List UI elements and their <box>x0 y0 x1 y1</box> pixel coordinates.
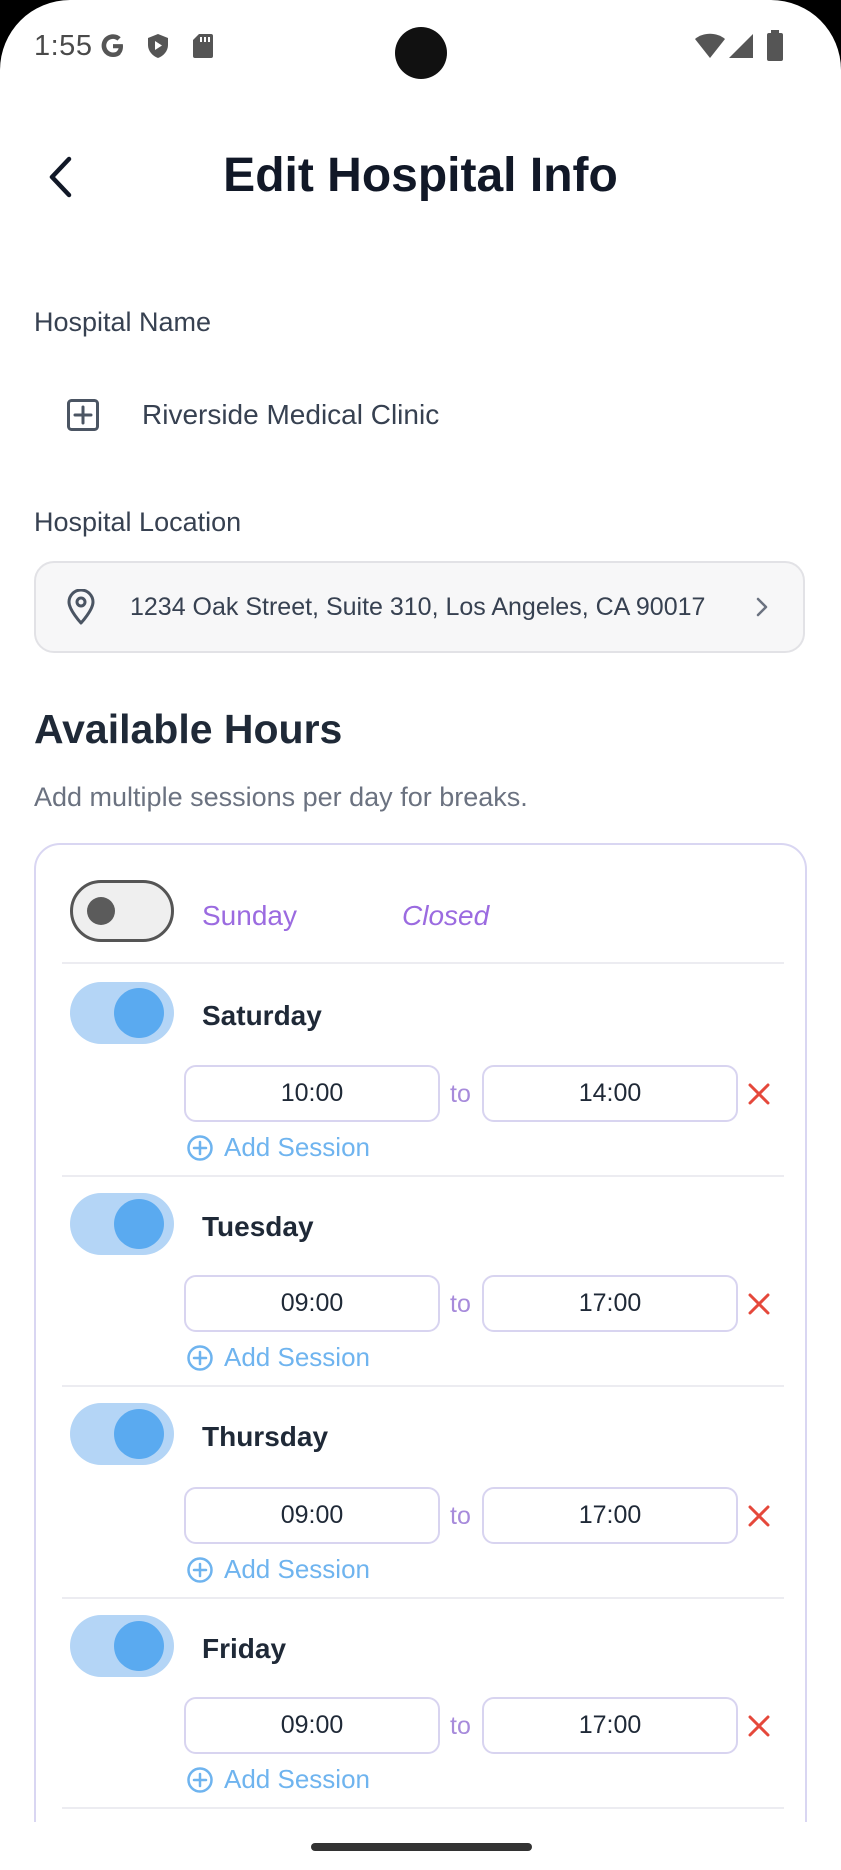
toggle-friday[interactable] <box>70 1615 174 1677</box>
start-time-tuesday[interactable]: 09:00 <box>184 1275 440 1332</box>
battery-icon <box>767 30 783 61</box>
hospital-name-value: Riverside Medical Clinic <box>142 399 440 430</box>
start-time-thursday[interactable]: 09:00 <box>184 1487 440 1544</box>
to-label: to <box>450 1712 471 1740</box>
remove-session-icon[interactable] <box>746 1713 772 1739</box>
end-time-friday[interactable]: 17:00 <box>482 1697 738 1754</box>
start-time-friday[interactable]: 09:00 <box>184 1697 440 1754</box>
hospital-location-label: Hospital Location <box>34 507 242 537</box>
add-session-button-friday[interactable]: Add Session <box>186 1764 370 1795</box>
toggle-thursday[interactable] <box>70 1403 174 1465</box>
page-title: Edit Hospital Info <box>223 149 618 202</box>
hospital-name-label: Hospital Name <box>34 307 212 337</box>
to-label: to <box>450 1080 471 1108</box>
plus-circle-icon <box>187 1134 213 1161</box>
signal-icon <box>729 34 753 58</box>
toggle-knob <box>114 1621 164 1671</box>
add-session-label: Add Session <box>224 1342 370 1372</box>
day-name-friday: Friday <box>202 1633 287 1664</box>
hours-card: Sunday Closed Saturday 10:00 to 14:00 Ad… <box>34 843 807 1870</box>
closed-label: Closed <box>402 900 490 931</box>
toggle-knob <box>114 1199 164 1249</box>
hospital-location-value: 1234 Oak Street, Suite 310, Los Angeles,… <box>130 592 706 621</box>
hospital-location-field[interactable]: 1234 Oak Street, Suite 310, Los Angeles,… <box>34 561 805 653</box>
toggle-knob <box>114 1409 164 1459</box>
google-icon <box>101 34 123 57</box>
add-session-label: Add Session <box>224 1132 370 1162</box>
home-indicator[interactable] <box>311 1843 532 1851</box>
divider <box>62 1175 784 1177</box>
end-time-thursday[interactable]: 17:00 <box>482 1487 738 1544</box>
plus-circle-icon <box>187 1766 213 1793</box>
available-hours-title: Available Hours <box>34 706 343 752</box>
available-hours-subtitle: Add multiple sessions per day for breaks… <box>34 782 528 812</box>
day-name-tuesday: Tuesday <box>202 1211 314 1242</box>
toggle-saturday[interactable] <box>70 982 174 1044</box>
divider <box>62 1597 784 1599</box>
add-session-label: Add Session <box>224 1764 370 1794</box>
map-pin-icon <box>67 589 95 625</box>
to-label: to <box>450 1290 471 1318</box>
end-time-saturday[interactable]: 14:00 <box>482 1065 738 1122</box>
add-session-button-thursday[interactable]: Add Session <box>186 1554 370 1585</box>
end-time-tuesday[interactable]: 17:00 <box>482 1275 738 1332</box>
toggle-knob <box>87 897 115 925</box>
start-time-saturday[interactable]: 10:00 <box>184 1065 440 1122</box>
toggle-knob <box>114 988 164 1038</box>
divider <box>62 1807 784 1809</box>
divider <box>62 962 784 964</box>
remove-session-icon[interactable] <box>746 1291 772 1317</box>
plus-circle-icon <box>187 1556 213 1583</box>
plus-square-icon <box>67 399 99 431</box>
hospital-name-field[interactable]: Riverside Medical Clinic <box>34 380 807 450</box>
app-screen: 1:55 Edit Hospital Info Hospital Name Ri… <box>0 0 841 1870</box>
divider <box>62 1385 784 1387</box>
remove-session-icon[interactable] <box>746 1081 772 1107</box>
day-name-sunday: Sunday <box>202 900 297 931</box>
add-session-button-saturday[interactable]: Add Session <box>186 1132 370 1163</box>
add-session-label: Add Session <box>224 1554 370 1584</box>
toggle-sunday[interactable] <box>70 880 174 942</box>
add-session-button-tuesday[interactable]: Add Session <box>186 1342 370 1373</box>
wifi-icon <box>695 33 725 58</box>
front-camera <box>395 27 447 79</box>
day-name-saturday: Saturday <box>202 1000 322 1031</box>
status-time: 1:55 <box>34 30 93 62</box>
shield-icon <box>148 34 168 58</box>
remove-session-icon[interactable] <box>746 1503 772 1529</box>
toggle-tuesday[interactable] <box>70 1193 174 1255</box>
to-label: to <box>450 1502 471 1530</box>
sd-card-icon <box>193 34 213 58</box>
plus-circle-icon <box>187 1344 213 1371</box>
day-name-thursday: Thursday <box>202 1421 329 1452</box>
chevron-right-icon <box>756 597 768 617</box>
